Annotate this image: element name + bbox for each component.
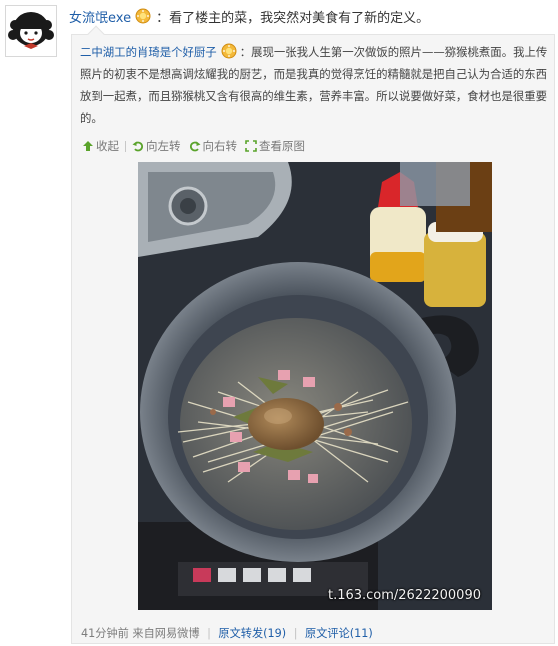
view-original-label: 查看原图 <box>259 139 305 153</box>
post-line: 女流氓exe ：看了楼主的菜，我突然对美食有了新的定义。 <box>69 6 549 26</box>
post-text: ：看了楼主的菜，我突然对美食有了新的定义。 <box>156 10 430 26</box>
post-time: 41分钟前 <box>81 627 129 640</box>
rotate-left-icon <box>132 141 144 152</box>
gold-sun-badge-icon[interactable] <box>221 43 237 59</box>
rotate-right-button[interactable]: 向右转 <box>189 138 238 154</box>
rotate-right-icon <box>189 141 200 152</box>
post-source: 来自网易微博 <box>132 627 200 640</box>
rotate-right-label: 向右转 <box>202 139 238 153</box>
toolbar-divider <box>125 140 126 152</box>
gold-sun-badge-icon[interactable] <box>135 8 151 24</box>
rotate-left-button[interactable]: 向左转 <box>132 138 181 154</box>
kiwi-noodles-pan-photo <box>138 162 492 610</box>
quote-text-block: 二中湖工的肖琦是个好厨子 ：展现一张我人生第一次做饭的照片——猕猴桃煮面。我上传… <box>80 41 548 129</box>
post-photo[interactable]: t.163.com/2622200090 <box>138 162 492 610</box>
quote-box: 二中湖工的肖琦是个好厨子 ：展现一张我人生第一次做饭的照片——猕猴桃煮面。我上传… <box>71 25 555 644</box>
avatar-cartoon-girl-image <box>7 7 55 55</box>
rotate-left-label: 向左转 <box>146 139 181 153</box>
arrow-up-icon <box>83 141 93 151</box>
footer-divider: | <box>207 627 211 640</box>
comment-link[interactable]: 原文评论(11) <box>305 627 373 640</box>
image-watermark: t.163.com/2622200090 <box>327 588 481 603</box>
collapse-button[interactable]: 收起 <box>82 138 119 154</box>
expand-icon <box>245 140 257 152</box>
quote-username[interactable]: 二中湖工的肖琦是个好厨子 <box>80 45 217 59</box>
quote-footer: 41分钟前 来自网易微博 | 原文转发(19) | 原文评论(11) <box>81 625 373 641</box>
avatar[interactable] <box>5 5 57 57</box>
collapse-label: 收起 <box>96 139 119 153</box>
footer-divider: | <box>293 627 298 640</box>
repost-link[interactable]: 原文转发(19) <box>218 627 286 640</box>
image-toolbar: 收起 向左转 向右转 查看原图 <box>82 136 313 156</box>
post-username[interactable]: 女流氓exe <box>69 7 131 26</box>
view-original-button[interactable]: 查看原图 <box>245 138 305 154</box>
post: 女流氓exe ：看了楼主的菜，我突然对美食有了新的定义。 <box>69 6 549 26</box>
quote-pointer <box>87 25 105 43</box>
